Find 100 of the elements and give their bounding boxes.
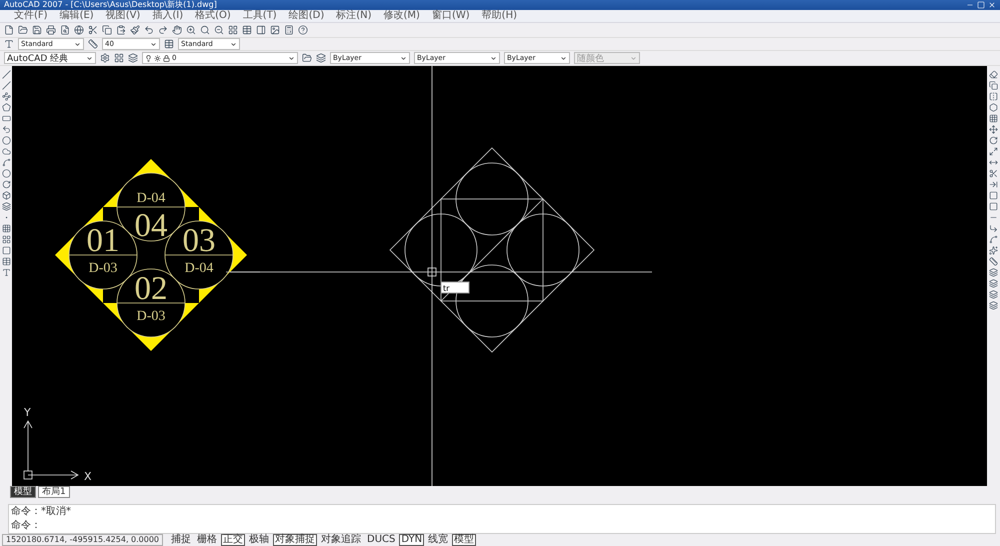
polyline-icon[interactable] — [2, 92, 10, 102]
layers-icon[interactable] — [989, 301, 998, 310]
spline-icon[interactable] — [2, 158, 10, 168]
status-toggle[interactable]: DYN — [399, 534, 424, 546]
cloud-icon[interactable] — [2, 147, 10, 156]
menu-item[interactable]: 工具(T) — [242, 10, 277, 22]
table-icon[interactable] — [2, 257, 10, 266]
grid-icon[interactable] — [2, 235, 10, 244]
menu-item[interactable]: 标注(N) — [336, 10, 372, 22]
block-code: D-04 — [184, 261, 214, 276]
text-icon[interactable] — [2, 268, 10, 278]
help-icon[interactable] — [298, 24, 308, 35]
save-icon[interactable] — [32, 24, 42, 35]
maximize-icon[interactable] — [977, 1, 985, 9]
printer-icon[interactable] — [46, 24, 56, 35]
status-toggle[interactable]: 极轴 — [247, 534, 272, 546]
brush-icon[interactable] — [130, 24, 140, 35]
dimension-style-icon[interactable] — [88, 39, 98, 49]
folder-icon[interactable] — [302, 53, 312, 64]
folder-icon[interactable] — [18, 24, 28, 35]
scale-icon[interactable] — [989, 147, 998, 156]
status-toggle[interactable]: DUCS — [365, 534, 398, 546]
cut-icon[interactable] — [88, 24, 98, 35]
rectangle-icon[interactable] — [2, 114, 10, 124]
menu-item[interactable]: 窗口(W) — [432, 10, 470, 22]
command-line: 命令：*取消* — [10, 505, 72, 520]
zoom-out-icon[interactable] — [214, 24, 224, 35]
layout-tab[interactable]: 布局1 — [38, 486, 70, 498]
status-toggle[interactable]: 捕捉 — [169, 534, 194, 546]
menu-item[interactable]: 插入(I) — [152, 10, 184, 22]
menu-item[interactable]: 文件(F) — [14, 10, 48, 22]
window-title: AutoCAD 2007 - [C:\Users\Asus\Desktop\新块(1).dwg] — [4, 0, 217, 10]
status-toggle[interactable]: 对象捕捉 — [273, 534, 318, 546]
layers-icon[interactable] — [128, 53, 138, 64]
command-line: 命令： — [10, 519, 42, 534]
globe-icon[interactable] — [74, 24, 84, 35]
status-toggle[interactable]: 线宽 — [426, 534, 450, 546]
layers-icon[interactable] — [989, 279, 998, 288]
block-number: 03 — [182, 223, 216, 260]
block-number: 01 — [86, 223, 120, 260]
circle-icon[interactable] — [2, 136, 10, 146]
menu-item[interactable]: 绘图(D) — [288, 10, 324, 22]
panel-icon[interactable] — [256, 24, 266, 35]
menu-item[interactable]: 格式(O) — [195, 10, 231, 22]
workspace-select[interactable]: AutoCAD 经典 — [4, 52, 96, 64]
mirror-icon[interactable] — [989, 92, 998, 102]
extend-icon[interactable] — [989, 180, 998, 190]
layout-tab[interactable]: 模型 — [10, 486, 36, 498]
menu-item[interactable]: 视图(V) — [106, 10, 140, 22]
block-code: D-04 — [136, 191, 166, 206]
file-search-icon[interactable] — [60, 24, 70, 35]
pan-icon[interactable] — [172, 24, 182, 35]
new-file-icon[interactable] — [4, 24, 14, 35]
menu-item[interactable]: 帮助(H) — [482, 10, 517, 22]
drawing-canvas[interactable]: D-04 04 D-03 01 D-04 03 D-03 02 tr Y X — [12, 66, 987, 486]
grid-icon[interactable] — [228, 24, 238, 35]
text-style-icon[interactable] — [4, 39, 14, 49]
copy-icon[interactable] — [989, 81, 998, 90]
table-style-icon[interactable] — [164, 39, 174, 49]
grid-icon[interactable] — [114, 53, 124, 64]
layers-icon[interactable] — [316, 53, 326, 64]
menu-item[interactable]: 编辑(E) — [60, 10, 94, 22]
table-icon[interactable] — [242, 24, 252, 35]
rotate-icon[interactable] — [989, 136, 998, 146]
array-icon[interactable] — [989, 114, 998, 124]
close-icon[interactable] — [988, 1, 996, 9]
pentagon-icon[interactable] — [2, 103, 10, 112]
circle-icon[interactable] — [2, 169, 10, 178]
block-code: D-03 — [88, 261, 118, 276]
status-toggle[interactable]: 模型 — [452, 534, 476, 546]
stretch-icon[interactable] — [989, 158, 998, 168]
status-toggle[interactable]: 栅格 — [195, 534, 220, 546]
redo-icon[interactable] — [158, 24, 168, 35]
image-icon[interactable] — [270, 24, 280, 35]
fillet-icon[interactable] — [989, 235, 998, 244]
hatch-icon[interactable] — [2, 224, 10, 234]
gear-icon[interactable] — [100, 53, 110, 64]
line-icon[interactable] — [2, 81, 10, 90]
line-icon[interactable] — [2, 70, 10, 80]
search-icon[interactable] — [200, 24, 210, 35]
coordinates: 1520180.6714, -495915.4254, 0.0000 — [2, 534, 164, 546]
layers-icon[interactable] — [989, 290, 998, 300]
move-icon[interactable] — [989, 125, 998, 134]
undo-icon[interactable] — [144, 24, 154, 35]
layers-icon[interactable] — [2, 202, 10, 212]
bulb-icon — [145, 54, 152, 62]
zoom-in-icon[interactable] — [186, 24, 196, 35]
status-toggle[interactable]: 正交 — [221, 534, 246, 546]
ruler-icon[interactable] — [989, 257, 998, 266]
dynamic-input-field[interactable] — [440, 282, 470, 294]
trim-icon[interactable] — [989, 169, 998, 178]
calculator-icon[interactable] — [284, 24, 294, 35]
layers-icon[interactable] — [989, 268, 998, 278]
menu-item[interactable]: 修改(M) — [384, 10, 420, 22]
box-icon[interactable] — [2, 191, 10, 200]
paste-icon[interactable] — [116, 24, 126, 35]
eraser-icon[interactable] — [989, 70, 998, 80]
copy-icon[interactable] — [102, 24, 112, 35]
status-toggle[interactable]: 对象追踪 — [319, 534, 364, 546]
y-axis-label: Y — [24, 406, 31, 420]
